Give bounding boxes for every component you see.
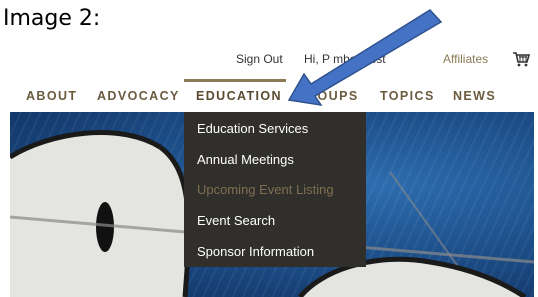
sign-out-link[interactable]: Sign Out bbox=[236, 52, 283, 66]
image-caption: Image 2: bbox=[3, 6, 101, 31]
nav-about[interactable]: ABOUT bbox=[26, 89, 77, 103]
menu-item-sponsor-information[interactable]: Sponsor Information bbox=[197, 244, 314, 259]
affiliates-link[interactable]: Affiliates bbox=[443, 52, 488, 66]
menu-item-event-search[interactable]: Event Search bbox=[197, 213, 275, 228]
nav-groups[interactable]: GROUPS bbox=[296, 89, 359, 103]
education-dropdown-menu: Education Services Annual Meetings Upcom… bbox=[184, 112, 366, 267]
menu-item-education-services[interactable]: Education Services bbox=[197, 121, 308, 136]
shopping-cart-icon[interactable] bbox=[511, 49, 531, 69]
nav-news[interactable]: NEWS bbox=[453, 89, 496, 103]
utility-bar: Sign Out Hi, P mber Test Affiliates bbox=[0, 49, 538, 69]
menu-item-upcoming-event-listing[interactable]: Upcoming Event Listing bbox=[197, 182, 334, 197]
nav-education[interactable]: EDUCATION bbox=[196, 89, 282, 103]
nav-advocacy[interactable]: ADVOCACY bbox=[97, 89, 180, 103]
greeting-text: Hi, P mber Test bbox=[304, 52, 386, 66]
nav-topics[interactable]: TOPICS bbox=[380, 89, 435, 103]
menu-item-annual-meetings[interactable]: Annual Meetings bbox=[197, 152, 294, 167]
main-nav: ABOUT ADVOCACY EDUCATION GROUPS TOPICS N… bbox=[0, 82, 538, 112]
